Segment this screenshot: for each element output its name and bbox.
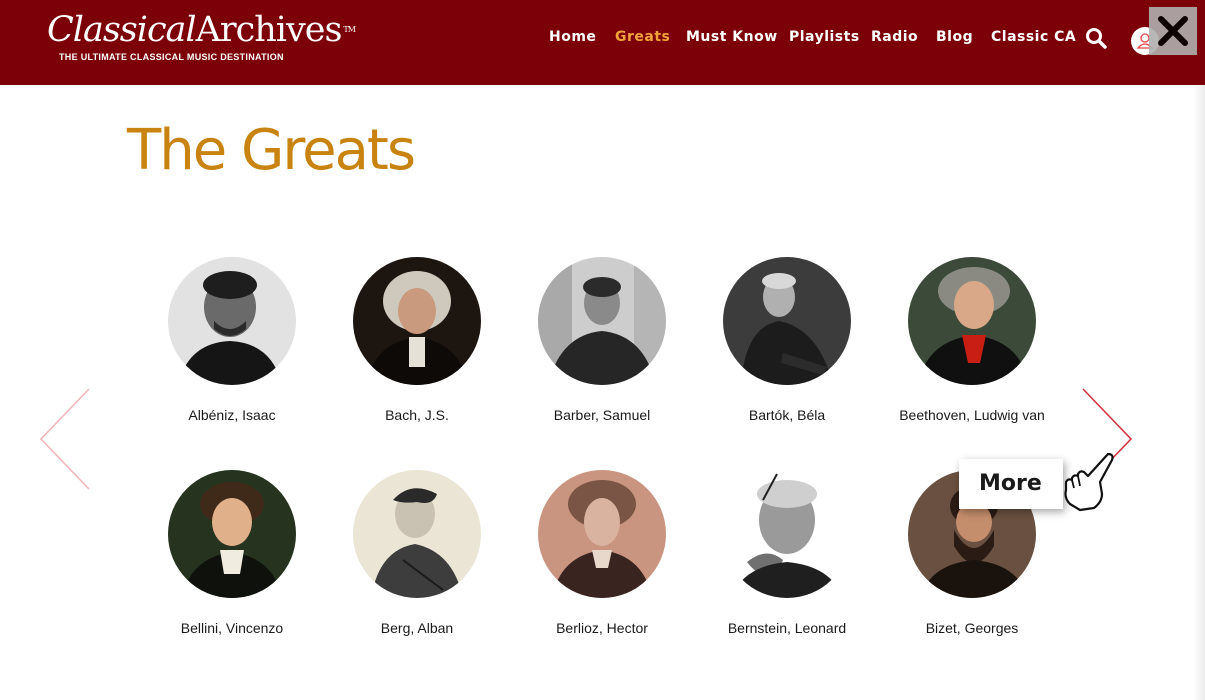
composer-name: Bach, J.S. (385, 407, 449, 423)
composer-name: Berg, Alban (380, 620, 454, 636)
composer-portrait (168, 257, 296, 385)
logo-trademark: TM (343, 25, 355, 34)
composer-portrait (908, 257, 1036, 385)
composer-name: Albéniz, Isaac (188, 407, 276, 423)
search-icon[interactable] (1085, 27, 1107, 49)
logo-wordmark-archives: Archives (195, 10, 343, 50)
page-title: The Greats (127, 118, 416, 183)
composer-name: Bellini, Vincenzo (180, 620, 284, 636)
nav-radio[interactable]: Radio (871, 29, 918, 49)
logo-wordmark: ClassicalArchives TM (47, 10, 356, 50)
close-icon (1158, 16, 1188, 46)
pointing-hand-icon (1064, 452, 1114, 512)
composer-card[interactable]: Bach, J.S. (332, 257, 502, 425)
composer-card[interactable]: Beethoven, Ludwig van (887, 257, 1057, 425)
scroll-edge (1193, 85, 1205, 700)
carousel-prev-button[interactable] (38, 387, 92, 491)
logo-tagline: THE ULTIMATE CLASSICAL MUSIC DESTINATION (59, 52, 284, 62)
nav-must-know[interactable]: Must Know (686, 29, 778, 49)
composer-name: Bernstein, Leonard (727, 620, 847, 636)
composer-portrait (538, 257, 666, 385)
close-button[interactable] (1149, 7, 1197, 55)
composer-portrait (723, 470, 851, 598)
chevron-left-icon (39, 388, 90, 490)
composer-name: Beethoven, Ludwig van (899, 407, 1045, 423)
composer-card[interactable]: Bellini, Vincenzo (147, 470, 317, 638)
composer-name: Berlioz, Hector (556, 620, 648, 636)
composer-portrait (353, 257, 481, 385)
nav-home[interactable]: Home (549, 29, 596, 49)
nav-classic-ca[interactable]: Classic CA (991, 29, 1076, 49)
composer-portrait (538, 470, 666, 598)
composer-card[interactable]: Bernstein, Leonard (702, 470, 872, 638)
nav-greats[interactable]: Greats (615, 29, 670, 49)
composer-card[interactable]: Berg, Alban (332, 470, 502, 638)
composer-name: Bizet, Georges (925, 620, 1019, 636)
composer-portrait (723, 257, 851, 385)
composer-card[interactable]: Barber, Samuel (517, 257, 687, 425)
composer-card[interactable]: Berlioz, Hector (517, 470, 687, 638)
composer-card[interactable]: Albéniz, Isaac (147, 257, 317, 425)
composer-name: Bartók, Béla (748, 407, 826, 423)
nav-blog[interactable]: Blog (936, 29, 973, 49)
more-tooltip[interactable]: More (959, 459, 1063, 509)
nav-playlists[interactable]: Playlists (789, 29, 860, 49)
composer-name: Barber, Samuel (553, 407, 651, 423)
composer-portrait (353, 470, 481, 598)
logo[interactable]: ClassicalArchives TM THE ULTIMATE CLASSIC… (47, 10, 356, 62)
composer-portrait (168, 470, 296, 598)
logo-wordmark-classical: Classical (47, 10, 197, 50)
composer-card[interactable]: Bartók, Béla (702, 257, 872, 425)
site-header: ClassicalArchives TM THE ULTIMATE CLASSIC… (0, 0, 1205, 85)
